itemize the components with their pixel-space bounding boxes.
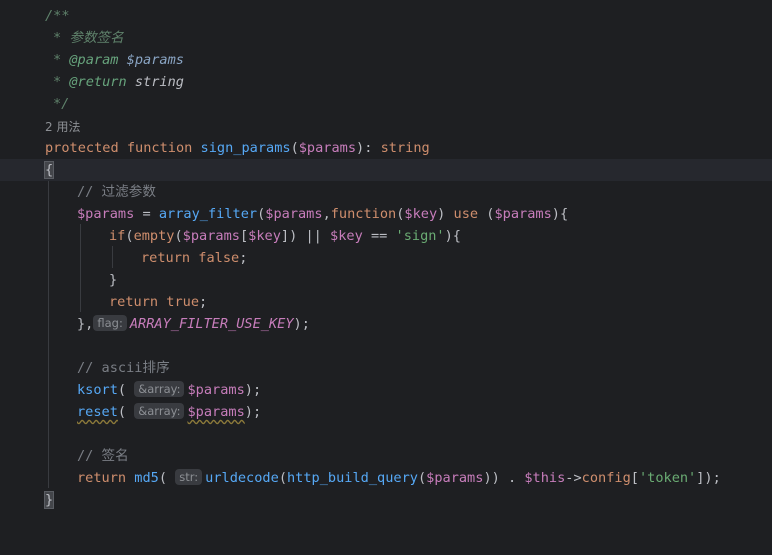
doc-tag-param: @param xyxy=(69,52,119,68)
code-line[interactable]: * @param $params xyxy=(0,49,772,71)
string-sign: 'sign' xyxy=(395,228,445,244)
doc-star: * xyxy=(53,74,62,90)
matched-close-brace: } xyxy=(43,491,55,509)
code-line[interactable]: ksort( &array: $params); xyxy=(0,379,772,401)
function-name[interactable]: sign_params xyxy=(201,140,291,156)
call-md5[interactable]: md5 xyxy=(134,470,159,486)
keyword-function: function xyxy=(126,140,193,156)
doc-comment-close: */ xyxy=(53,96,70,112)
keyword-true: true xyxy=(166,294,200,310)
var-params: $params xyxy=(187,404,245,420)
call-http-build-query[interactable]: http_build_query xyxy=(287,470,418,486)
comment-sort: // ascii排序 xyxy=(77,360,170,376)
call-urldecode[interactable]: urldecode xyxy=(205,470,279,486)
call-ksort[interactable]: ksort xyxy=(77,382,118,398)
var-params: $params xyxy=(494,206,552,222)
var-key: $key xyxy=(330,228,363,244)
code-line[interactable]: return md5( str: urldecode(http_build_que… xyxy=(0,467,772,489)
var-params: $params xyxy=(182,228,240,244)
param-hint-array: &array: xyxy=(134,381,185,397)
code-line[interactable]: protected function sign_params($params):… xyxy=(0,137,772,159)
param-hint-flag: flag: xyxy=(93,315,127,331)
code-line[interactable]: }, flag: ARRAY_FILTER_USE_KEY); xyxy=(0,313,772,335)
keyword-protected: protected xyxy=(45,140,119,156)
comment-sign: // 签名 xyxy=(77,448,129,464)
keyword-false: false xyxy=(198,250,240,266)
keyword-function: function xyxy=(330,206,397,222)
code-line[interactable]: * 参数签名 xyxy=(0,27,772,49)
usages-inlay[interactable]: 2 用法 xyxy=(0,116,772,138)
comment-filter: // 过滤参数 xyxy=(77,184,156,200)
code-line[interactable]: * @return string xyxy=(0,71,772,93)
var-params: $params xyxy=(265,206,323,222)
code-line[interactable]: // 签名 xyxy=(0,445,772,467)
doc-param-var: $params xyxy=(126,52,184,68)
code-line[interactable]: $params = array_filter($params,function(… xyxy=(0,203,772,225)
doc-return-type: string xyxy=(134,74,184,90)
call-reset[interactable]: reset xyxy=(77,404,118,420)
var-params: $params xyxy=(426,470,484,486)
code-line[interactable]: } xyxy=(0,489,772,511)
code-line[interactable]: reset( &array: $params); xyxy=(0,401,772,423)
doc-comment-open: /** xyxy=(45,8,70,24)
keyword-return: return xyxy=(77,470,127,486)
code-line[interactable]: // 过滤参数 xyxy=(0,181,772,203)
code-editor[interactable]: /** * 参数签名 * @param $params * @return st… xyxy=(0,0,772,528)
code-line[interactable]: */ xyxy=(0,93,772,115)
string-token: 'token' xyxy=(638,470,697,486)
call-empty[interactable]: empty xyxy=(134,228,175,244)
call-array-filter[interactable]: array_filter xyxy=(159,206,257,222)
var-params: $params xyxy=(187,382,245,398)
param-var: $params xyxy=(298,140,357,156)
param-hint-str: str: xyxy=(175,469,203,485)
doc-description: 参数签名 xyxy=(69,30,124,46)
close-brace: } xyxy=(109,272,118,288)
return-type: string xyxy=(380,140,430,156)
var-this: $this xyxy=(524,470,566,486)
const-array-filter-use-key: ARRAY_FILTER_USE_KEY xyxy=(129,316,294,332)
code-line[interactable]: return true; xyxy=(0,291,772,313)
doc-star: * xyxy=(53,52,62,68)
prop-config: config xyxy=(581,470,631,486)
code-line[interactable]: /** xyxy=(0,5,772,27)
keyword-return: return xyxy=(141,250,191,266)
keyword-return: return xyxy=(109,294,159,310)
var-params: $params xyxy=(77,206,135,222)
param-hint-array: &array: xyxy=(134,403,185,419)
code-line[interactable]: } xyxy=(0,269,772,291)
matched-open-brace: { xyxy=(43,161,55,179)
keyword-if: if xyxy=(109,228,126,244)
keyword-use: use xyxy=(453,206,479,222)
code-line[interactable]: return false; xyxy=(0,247,772,269)
code-line[interactable]: if(empty($params[$key]) || $key == 'sign… xyxy=(0,225,772,247)
doc-tag-return: @return xyxy=(69,74,127,90)
var-key: $key xyxy=(404,206,438,222)
usages-link[interactable]: 2 用法 xyxy=(45,116,80,138)
var-key: $key xyxy=(248,228,281,244)
doc-star: * xyxy=(53,30,62,46)
code-line-current[interactable]: { xyxy=(0,159,772,181)
code-line[interactable]: // ascii排序 xyxy=(0,357,772,379)
